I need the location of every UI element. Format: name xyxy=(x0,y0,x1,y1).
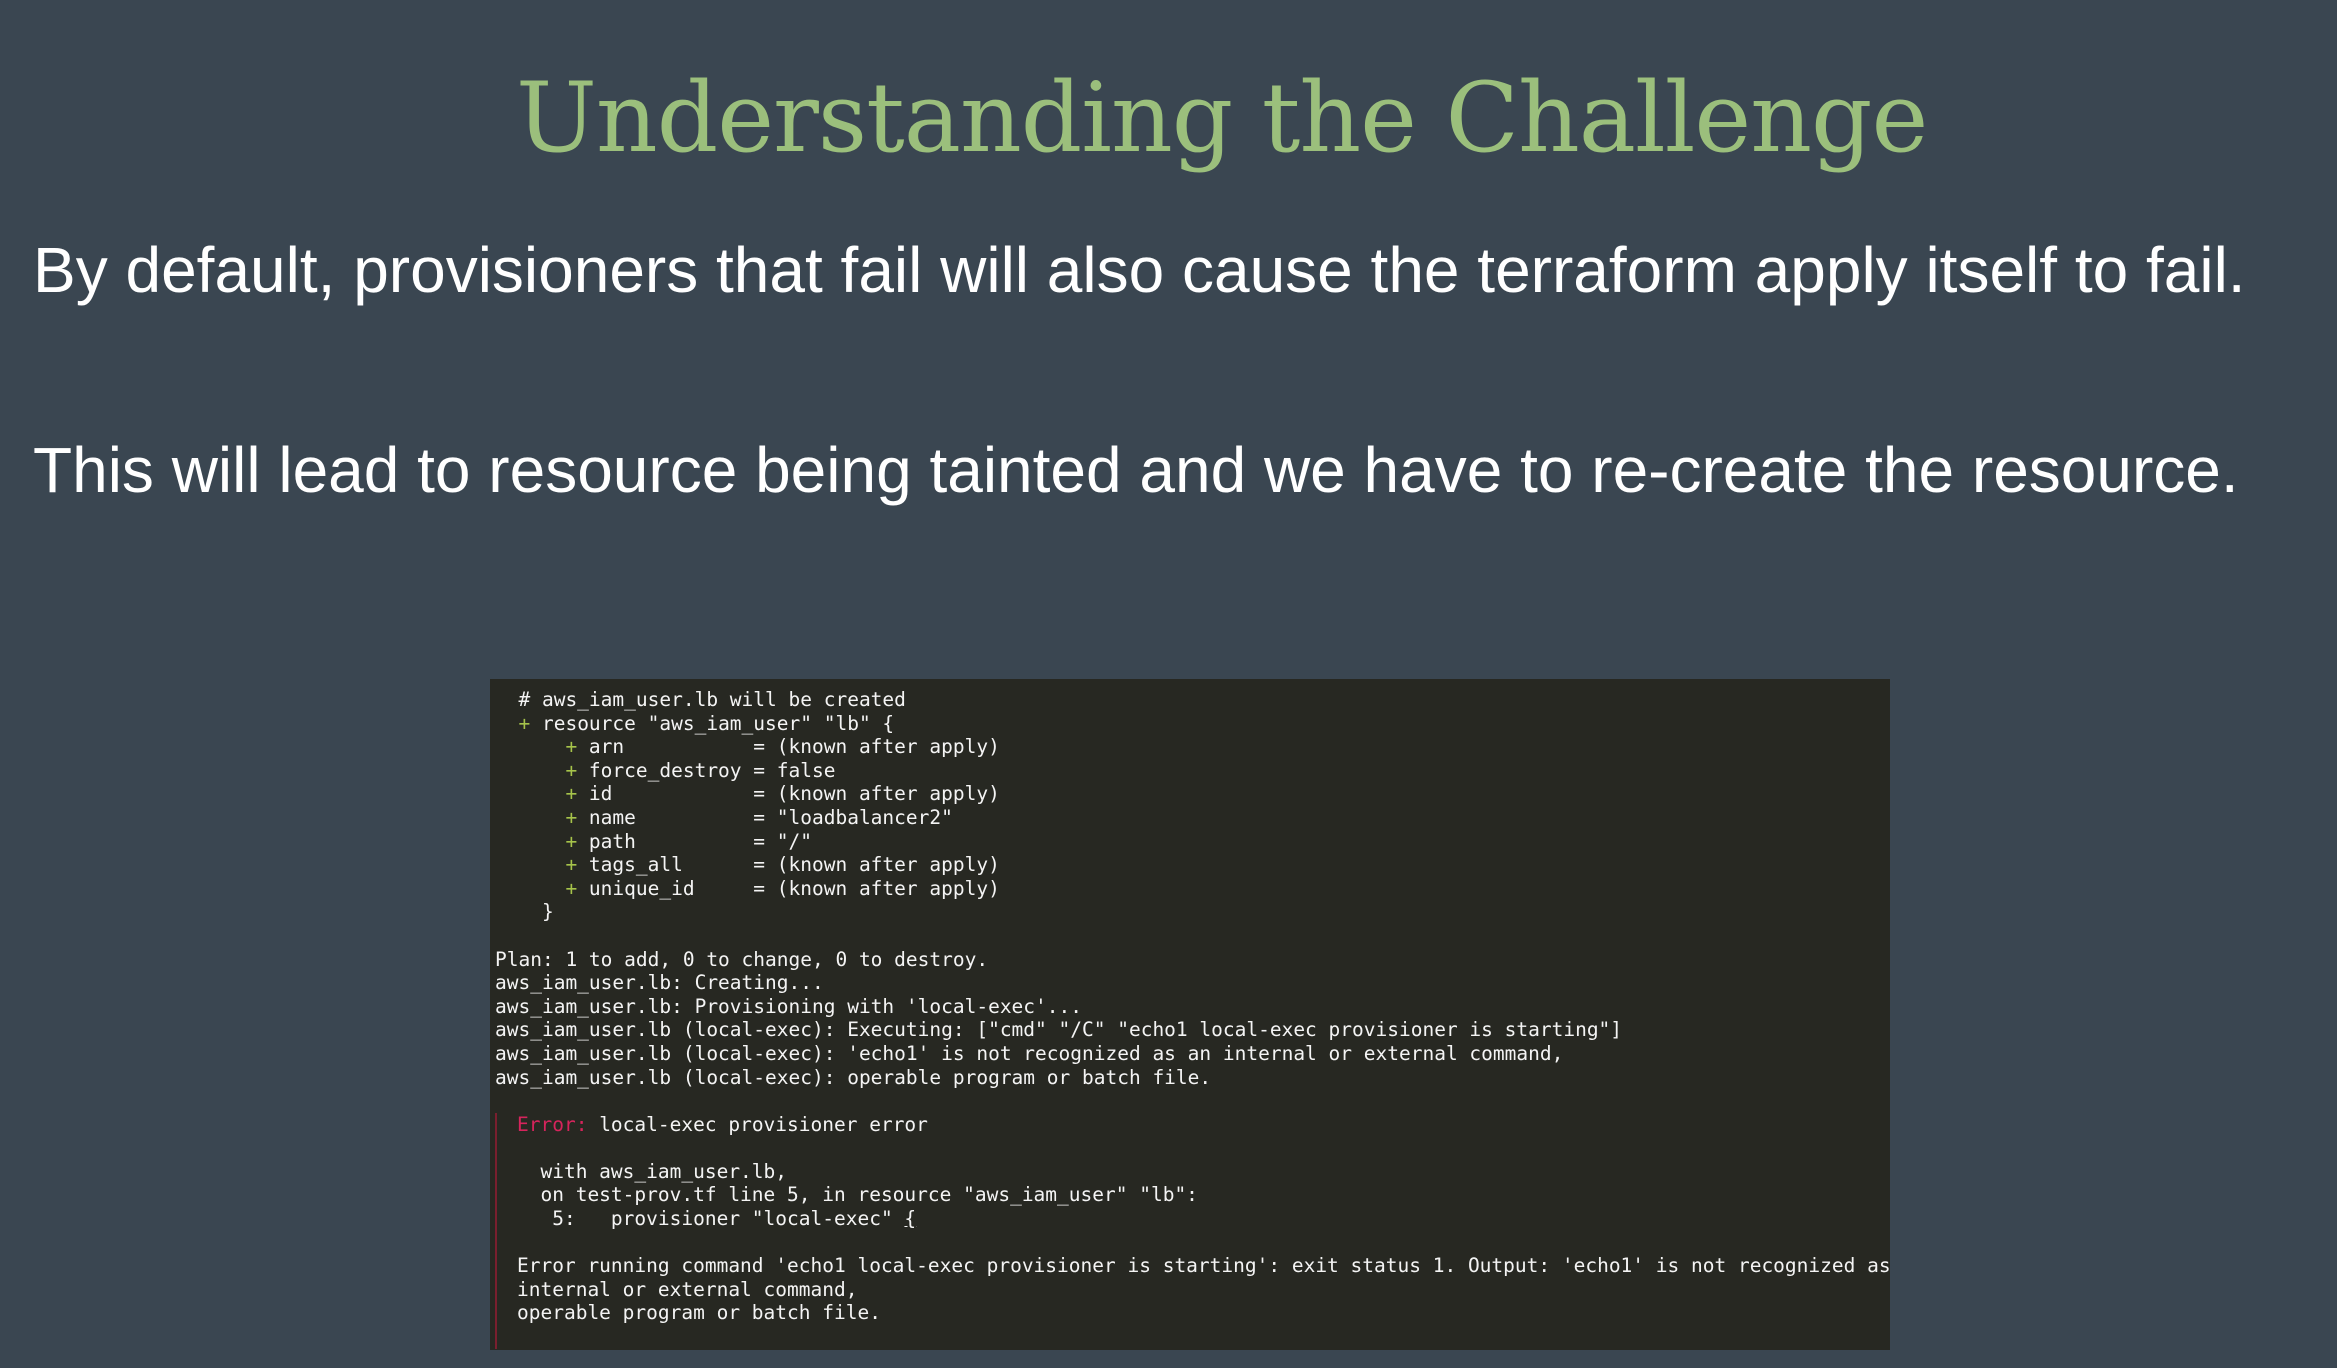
error-message-line: Error running command 'echo1 local-exec … xyxy=(517,1254,1890,1278)
attribute-text: path = "/" xyxy=(588,829,812,853)
output-line: aws_iam_user.lb (local-exec): operable p… xyxy=(495,1065,1212,1089)
plus-marker: + xyxy=(495,782,589,806)
error-message-line: operable program or batch file. xyxy=(517,1301,881,1325)
plus-marker: + xyxy=(495,758,589,782)
plus-marker: + xyxy=(495,711,542,735)
slide-paragraph-tainted-resource: This will lead to resource being tainted… xyxy=(33,434,2239,506)
attribute-line: + force_destroy = false xyxy=(490,759,1890,783)
attribute-line: + id = (known after apply) xyxy=(490,782,1890,806)
plus-marker: + xyxy=(495,876,589,900)
attribute-text: id = (known after apply) xyxy=(588,782,1000,806)
close-brace-line: } xyxy=(495,900,554,924)
output-line: aws_iam_user.lb: Provisioning with 'loca… xyxy=(495,994,1082,1018)
plus-marker: + xyxy=(495,805,589,829)
resource-text: resource "aws_iam_user" "lb" { xyxy=(541,711,895,735)
error-code-line: 5: provisioner "local-exec" { xyxy=(517,1207,1890,1231)
error-block: Error: local-exec provisioner error with… xyxy=(495,1112,1890,1349)
error-code-brace: { xyxy=(904,1207,917,1231)
error-title-line: Error: local-exec provisioner error xyxy=(517,1113,1890,1137)
attribute-line: + tags_all = (known after apply) xyxy=(490,853,1890,877)
error-on-line: on test-prov.tf line 5, in resource "aws… xyxy=(517,1183,1198,1207)
attribute-text: tags_all = (known after apply) xyxy=(588,853,1000,877)
resource-line: + resource "aws_iam_user" "lb" { xyxy=(490,712,1890,736)
attribute-text: arn = (known after apply) xyxy=(588,735,1000,759)
terraform-output-screenshot: # aws_iam_user.lb will be created + reso… xyxy=(490,679,1890,1350)
error-code-text: 5: provisioner "local-exec" xyxy=(517,1207,905,1231)
error-title: local-exec provisioner error xyxy=(587,1112,928,1136)
attribute-text: force_destroy = false xyxy=(588,758,836,782)
attribute-line: + name = "loadbalancer2" xyxy=(490,806,1890,830)
output-line: Plan: 1 to add, 0 to change, 0 to destro… xyxy=(495,947,989,971)
output-line: aws_iam_user.lb: Creating... xyxy=(495,971,824,995)
output-line: aws_iam_user.lb (local-exec): 'echo1' is… xyxy=(495,1041,1564,1065)
attribute-line: + unique_id = (known after apply) xyxy=(490,877,1890,901)
error-label: Error: xyxy=(517,1112,588,1136)
error-with-line: with aws_iam_user.lb, xyxy=(517,1159,788,1183)
attribute-text: unique_id = (known after apply) xyxy=(588,876,1000,900)
error-message-line: internal or external command, xyxy=(517,1277,858,1301)
plan-header-line: # aws_iam_user.lb will be created xyxy=(495,688,906,711)
attribute-line: + arn = (known after apply) xyxy=(490,735,1890,759)
attribute-text: name = "loadbalancer2" xyxy=(588,805,953,829)
slide-paragraph-default-failure: By default, provisioners that fail will … xyxy=(33,234,2246,306)
plus-marker: + xyxy=(495,829,589,853)
attribute-line: + path = "/" xyxy=(490,830,1890,854)
output-line: aws_iam_user.lb (local-exec): Executing:… xyxy=(495,1018,1623,1042)
plus-marker: + xyxy=(495,735,589,759)
slide-title: Understanding the Challenge xyxy=(516,62,1928,174)
plus-marker: + xyxy=(495,853,589,877)
